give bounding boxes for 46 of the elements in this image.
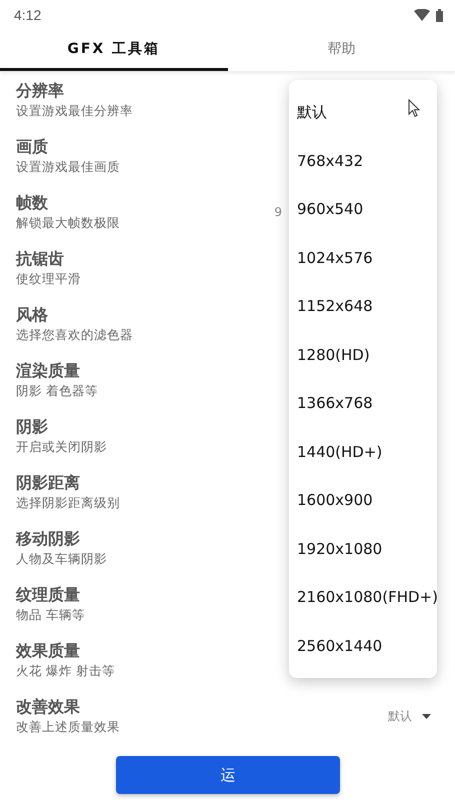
setting-title: 风格 — [16, 305, 49, 325]
setting-title: 抗锯齿 — [16, 249, 65, 269]
dropdown-option[interactable]: 默认 — [289, 88, 437, 136]
setting-title: 移动阴影 — [16, 529, 81, 549]
setting-value[interactable]: 默认 — [388, 708, 412, 724]
mouse-pointer-icon — [408, 99, 420, 118]
setting-title: 阴影 — [16, 417, 49, 437]
battery-icon — [436, 8, 443, 22]
setting-title: 画质 — [16, 137, 49, 157]
setting-value[interactable]: 9 — [274, 205, 282, 219]
setting-description: 设置游戏最佳分辨率 — [16, 102, 133, 119]
setting-description: 人物及车辆阴影 — [16, 550, 107, 567]
tab[interactable]: GFX 工具箱 — [0, 30, 228, 71]
dropdown-option[interactable]: 1600x900 — [289, 476, 437, 524]
dropdown-option[interactable]: 1366x768 — [289, 379, 437, 428]
setting-title: 分辨率 — [16, 81, 65, 101]
setting-title: 阴影距离 — [16, 473, 81, 493]
setting-description: 物品 车辆等 — [16, 606, 85, 623]
setting-description: 改善上述质量效果 — [16, 718, 120, 735]
setting-description: 阴影 着色器等 — [16, 382, 98, 399]
dropdown-option[interactable]: 1024x576 — [289, 234, 437, 282]
setting-description: 开启或关闭阴影 — [16, 438, 107, 455]
setting-description: 火花 爆炸 射击等 — [16, 662, 115, 679]
dropdown-option[interactable]: 1440(HD+) — [289, 428, 437, 476]
dropdown-option[interactable]: 1280(HD) — [289, 330, 437, 379]
setting-description: 使纹理平滑 — [16, 270, 81, 287]
run-button[interactable]: 运 — [116, 756, 340, 794]
setting-title: 渲染质量 — [16, 361, 81, 381]
dropdown-option[interactable]: 960x540 — [289, 185, 437, 234]
setting-title: 纹理质量 — [16, 585, 81, 605]
setting-description: 解锁最大帧数极限 — [16, 214, 120, 231]
setting-description: 选择阴影距离级别 — [16, 494, 120, 511]
setting-description: 选择您喜欢的滤色器 — [16, 326, 133, 343]
setting-title: 帧数 — [16, 193, 49, 213]
caret-icon — [422, 714, 431, 718]
dropdown-option[interactable]: 2560x1440 — [289, 622, 437, 670]
setting-title: 改善效果 — [16, 697, 81, 717]
dropdown-option[interactable]: 1920x1080 — [289, 524, 437, 573]
dropdown-option[interactable]: 2160x1080(FHD+) — [289, 573, 437, 622]
setting-description: 设置游戏最佳画质 — [16, 158, 120, 175]
setting-title: 效果质量 — [16, 641, 81, 661]
dropdown-option[interactable]: 1152x648 — [289, 282, 437, 330]
tab[interactable]: 帮助 — [228, 30, 455, 71]
wifi-icon — [414, 9, 430, 21]
status-time: 4:12 — [14, 7, 42, 23]
dropdown-option[interactable]: 768x432 — [289, 136, 437, 185]
